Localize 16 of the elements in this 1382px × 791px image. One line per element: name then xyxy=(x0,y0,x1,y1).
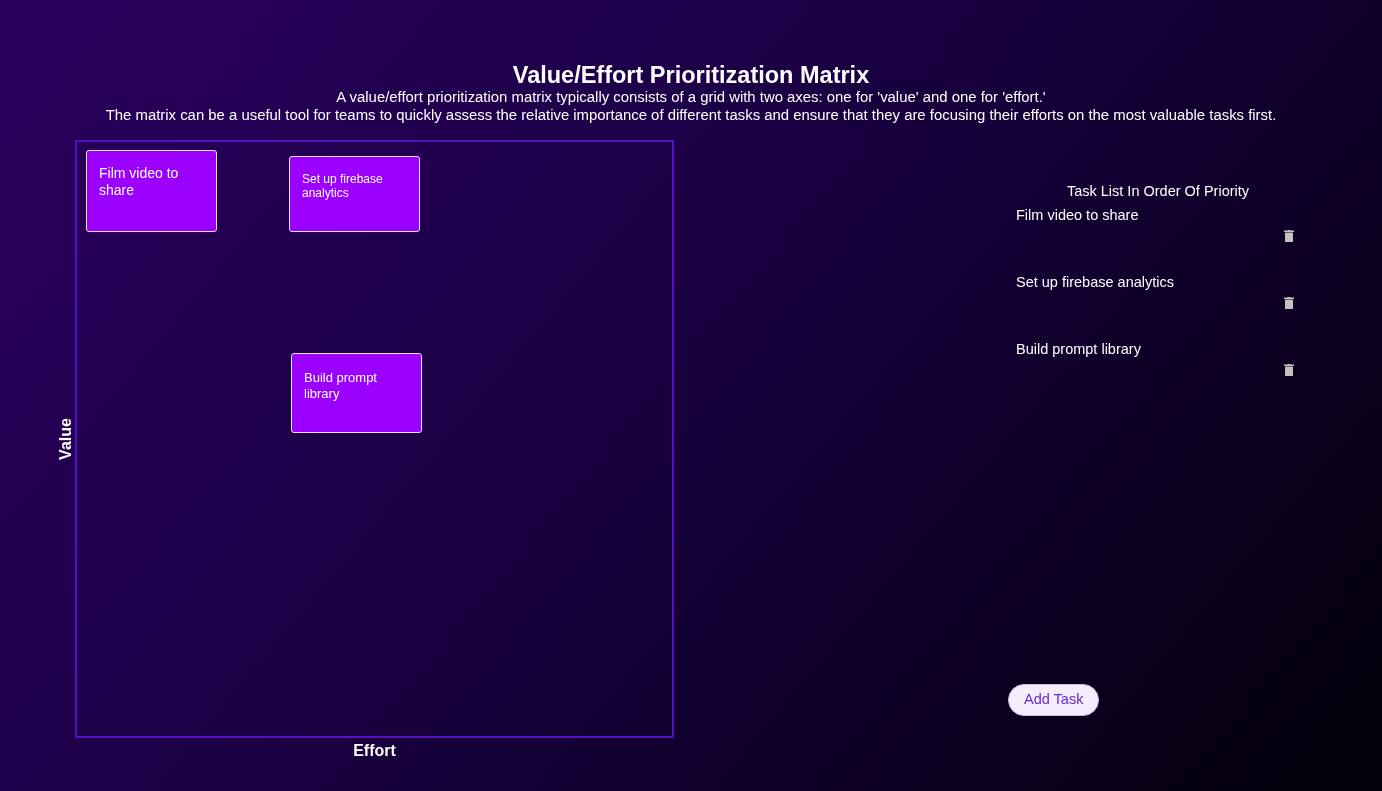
description-text: A value/effort prioritization matrix typically consists of a grid with two axes: one for 'value' and one for 'effort.' xyxy=(336,88,1046,106)
sticky-note[interactable]: Film video to share xyxy=(86,150,217,232)
trash-icon[interactable] xyxy=(1284,230,1294,242)
trash-icon[interactable] xyxy=(1284,364,1294,376)
task-name: Film video to share xyxy=(1016,206,1139,224)
task-name: Set up firebase analytics xyxy=(1016,273,1174,291)
page-title: Value/Effort Prioritization Matrix xyxy=(512,62,870,88)
sticky-note[interactable]: Set up firebase analytics xyxy=(289,156,420,232)
task-name: Build prompt library xyxy=(1016,340,1141,358)
task-list-title: Task List In Order Of Priority xyxy=(1066,182,1250,200)
x-axis-label: Effort xyxy=(353,741,396,761)
description-text: The matrix can be a useful tool for teams to quickly assess the relative importance of different tasks and ensure that they are focusing their efforts on the most valuable tasks first. xyxy=(105,106,1277,124)
sticky-note[interactable]: Build prompt library xyxy=(291,353,422,433)
trash-icon[interactable] xyxy=(1284,297,1294,309)
y-axis-label: Value xyxy=(56,418,75,460)
add-task-button[interactable]: Add Task xyxy=(1008,684,1100,716)
